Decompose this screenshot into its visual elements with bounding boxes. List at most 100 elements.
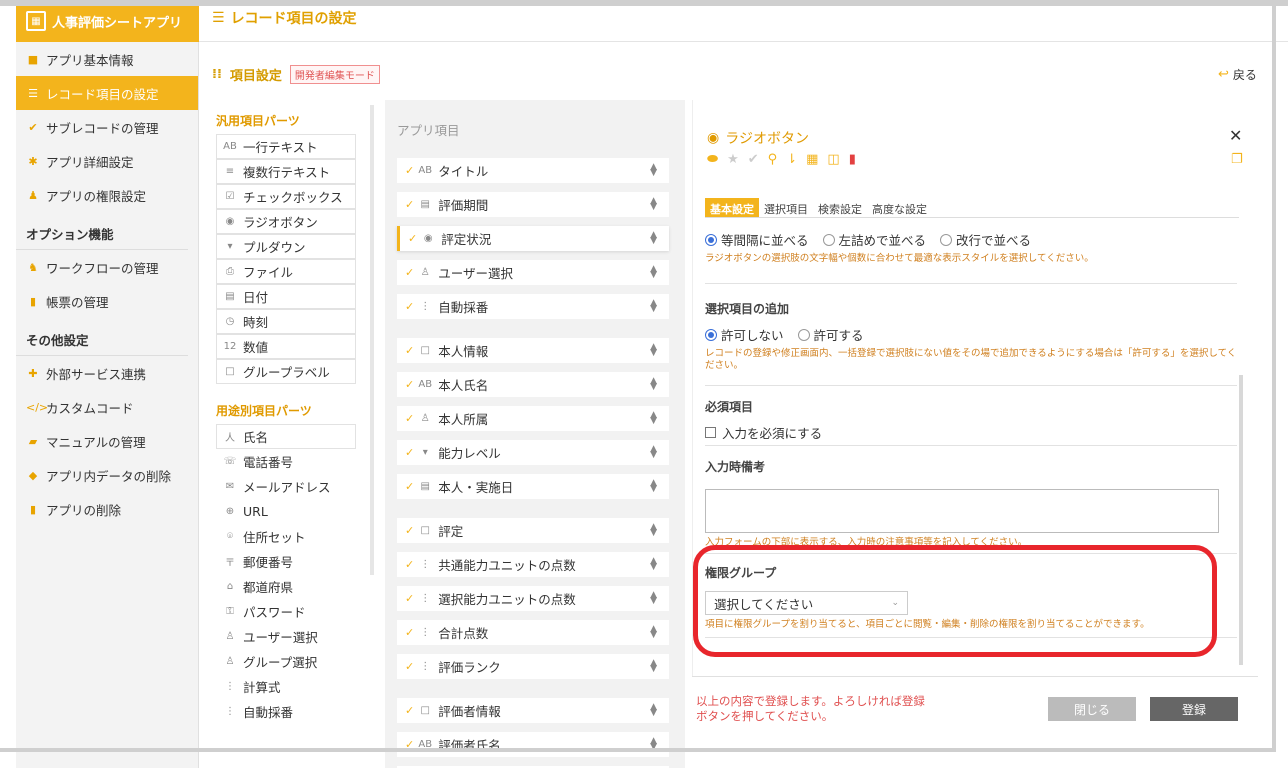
part-general-1[interactable]: ≡ 複数行テキスト (216, 159, 356, 184)
sidebar-item-custom-code[interactable]: </> カスタムコード (16, 390, 198, 424)
back-button[interactable]: ↩ 戻る (1218, 66, 1257, 83)
star-icon[interactable]: ★ (727, 152, 739, 167)
app-item[interactable]: ✓ ⋮ 合計点数 ▲ ▼ (397, 620, 669, 645)
sort-handle-icon[interactable]: ▲ ▼ (650, 343, 657, 358)
part-special-3[interactable]: ⊕ URL (216, 499, 356, 524)
columns-icon[interactable]: ◫ (827, 152, 839, 167)
sort-handle-icon[interactable]: ▲ ▼ (650, 591, 657, 606)
layout-option-even[interactable]: 等間隔に並べる (705, 230, 809, 249)
app-item[interactable]: ✓ AB タイトル ▲ ▼ (397, 158, 669, 183)
app-item[interactable]: ✓ □ 評価者情報 ▲ ▼ (397, 698, 669, 723)
app-item[interactable]: ✓ AB 評価者氏名 ▲ ▼ (397, 732, 669, 757)
sidebar-item-external[interactable]: ✚ 外部サービス連携 (16, 356, 198, 390)
tab-search[interactable]: 検索設定 (813, 198, 867, 217)
tab-options[interactable]: 選択項目 (759, 198, 813, 217)
app-title-bar[interactable]: ▦ 人事評価シートアプリ (16, 0, 199, 42)
sort-handle-icon[interactable]: ▲ ▼ (650, 299, 657, 314)
sidebar-item-permissions[interactable]: ♟ アプリの権限設定 (16, 178, 198, 212)
add-option-allow[interactable]: 許可する (797, 325, 864, 344)
part-general-5[interactable]: ⎙ ファイル (216, 259, 356, 284)
sidebar-item-workflow[interactable]: ♞ ワークフローの管理 (16, 250, 198, 284)
sort-handle-icon[interactable]: ▲ ▼ (650, 445, 657, 460)
part-general-9[interactable]: □ グループラベル (216, 359, 356, 384)
required-checkbox[interactable]: 入力を必須にする (705, 423, 1237, 442)
sort-handle-icon[interactable]: ▲ ▼ (650, 703, 657, 718)
close-button[interactable]: 閉じる (1048, 697, 1136, 721)
trash-icon[interactable]: ▮ (849, 152, 856, 167)
sort-handle-icon[interactable]: ▲ ▼ (650, 163, 657, 178)
sort-handle-icon[interactable]: ▲ ▼ (650, 231, 657, 246)
table-icon[interactable]: ▦ (806, 152, 818, 167)
sort-handle-icon[interactable]: ▲ ▼ (650, 377, 657, 392)
close-icon[interactable]: ✕ (1229, 126, 1242, 145)
part-special-8[interactable]: ♙ ユーザー選択 (216, 624, 356, 649)
part-general-8[interactable]: 12 数値 (216, 334, 356, 359)
sidebar-item-subrecords[interactable]: ✔ サブレコードの管理 (16, 110, 198, 144)
app-item[interactable]: ✓ □ 評定 ▲ ▼ (397, 518, 669, 543)
search-icon[interactable]: ⚲ (768, 152, 778, 167)
app-item[interactable]: ✓ ⋮ 共通能力ユニットの点数 ▲ ▼ (397, 552, 669, 577)
field-type-icon: ▤ (420, 481, 430, 492)
toggle-icon[interactable]: ⬬ (707, 152, 718, 167)
part-general-2[interactable]: ☑ チェックボックス (216, 184, 356, 209)
part-special-0[interactable]: 人氏名 (216, 424, 356, 449)
settings-scrollbar[interactable] (1239, 375, 1243, 665)
app-item[interactable]: ✓ ⋮ 選択能力ユニットの点数 ▲ ▼ (397, 586, 669, 611)
part-special-5[interactable]: 〒郵便番号 (216, 549, 356, 574)
frame-top (0, 0, 1288, 6)
app-item[interactable]: ✓ ⋮ 自動採番 ▲ ▼ (397, 294, 669, 319)
part-special-7[interactable]: ⚿ パスワード (216, 599, 356, 624)
part-special-6[interactable]: ⌂ 都道府県 (216, 574, 356, 599)
layout-option-left[interactable]: 左詰めで並べる (822, 230, 926, 249)
part-general-3[interactable]: ◉ ラジオボタン (216, 209, 356, 234)
app-item[interactable]: ✓ ▤ 本人・実施日 ▲ ▼ (397, 474, 669, 499)
tab-basic[interactable]: 基本設定 (705, 198, 759, 217)
app-item[interactable]: ✓ □ 本人情報 ▲ ▼ (397, 338, 669, 363)
sidebar-item-delete-data[interactable]: ◆ アプリ内データの削除 (16, 458, 198, 492)
part-special-11[interactable]: ⋮ 自動採番 (216, 699, 356, 724)
sidebar-item-detail-settings[interactable]: ✱ アプリ詳細設定 (16, 144, 198, 178)
tab-advanced[interactable]: 高度な設定 (867, 198, 932, 217)
part-general-6[interactable]: ▤ 日付 (216, 284, 356, 309)
app-item[interactable]: ✓ ⋮ 評価ランク ▲ ▼ (397, 654, 669, 679)
sort-handle-icon[interactable]: ▲ ▼ (650, 479, 657, 494)
sort-handle-icon[interactable]: ▲ ▼ (650, 523, 657, 538)
app-item[interactable]: ✓ ◉ 評定状況 ▲ ▼ (397, 226, 669, 251)
sidebar-item-delete-app[interactable]: ▮ アプリの削除 (16, 492, 198, 526)
part-special-2[interactable]: ✉ メールアドレス (216, 474, 356, 499)
add-option-deny[interactable]: 許可しない (705, 325, 784, 344)
part-special-9[interactable]: ♙ グループ選択 (216, 649, 356, 674)
sort-icon[interactable]: ⇂ (786, 152, 797, 167)
save-button[interactable]: 登録 (1150, 697, 1238, 721)
app-item[interactable]: ✓ ♙ ユーザー選択 ▲ ▼ (397, 260, 669, 285)
part-general-4[interactable]: ▾ プルダウン (216, 234, 356, 259)
app-item[interactable]: ✓ ▤ 評価期間 ▲ ▼ (397, 192, 669, 217)
sort-handle-icon[interactable]: ▲ ▼ (650, 265, 657, 280)
part-special-10[interactable]: ⋮ 計算式 (216, 674, 356, 699)
field-type-icon: AB (418, 379, 433, 390)
copy-icon[interactable]: ❐ (1231, 152, 1243, 167)
sidebar-item-forms[interactable]: ▮ 帳票の管理 (16, 284, 198, 318)
field-type-icon: ⋮ (420, 559, 431, 570)
palette-scrollbar[interactable] (370, 105, 374, 575)
app-item[interactable]: ✓ AB 本人氏名 ▲ ▼ (397, 372, 669, 397)
sidebar-item-record-fields[interactable]: ☰ レコード項目の設定 (16, 76, 198, 110)
app-item[interactable]: ✓ ♙ 本人所属 ▲ ▼ (397, 406, 669, 431)
layout-option-wrap[interactable]: 改行で並べる (940, 230, 1031, 249)
page-heading: ☰ レコード項目の設定 (212, 10, 357, 27)
part-general-0[interactable]: AB 一行テキスト (216, 134, 356, 159)
sort-handle-icon[interactable]: ▲ ▼ (650, 659, 657, 674)
sort-handle-icon[interactable]: ▲ ▼ (650, 411, 657, 426)
part-special-4[interactable]: ⌾ 住所セット (216, 524, 356, 549)
sort-handle-icon[interactable]: ▲ ▼ (650, 197, 657, 212)
check-icon[interactable]: ✔ (748, 152, 759, 167)
sidebar-item-manual[interactable]: ▰ マニュアルの管理 (16, 424, 198, 458)
app-item[interactable]: ✓ ▾ 能力レベル ▲ ▼ (397, 440, 669, 465)
part-general-7[interactable]: ◷ 時刻 (216, 309, 356, 334)
sidebar-item-basic-info[interactable]: ■ アプリ基本情報 (16, 42, 198, 76)
sort-handle-icon[interactable]: ▲ ▼ (650, 557, 657, 572)
sort-handle-icon[interactable]: ▲ ▼ (650, 625, 657, 640)
memo-textarea[interactable] (705, 489, 1219, 533)
part-label: 日付 (243, 290, 269, 305)
part-special-1[interactable]: ☏ 電話番号 (216, 449, 356, 474)
